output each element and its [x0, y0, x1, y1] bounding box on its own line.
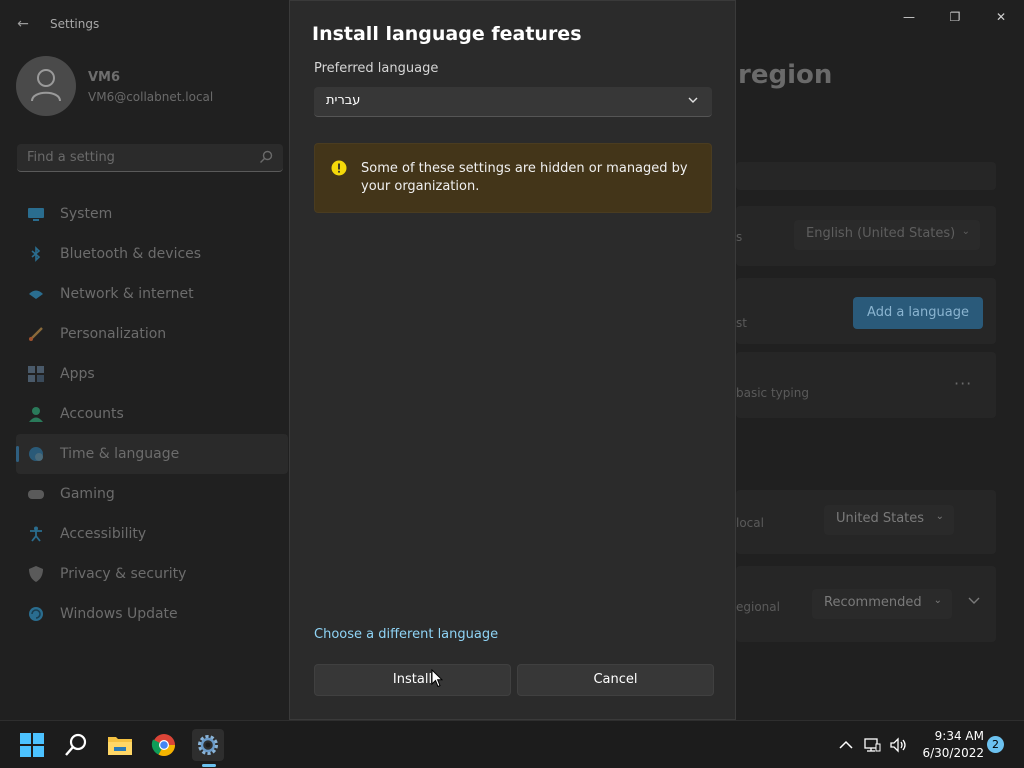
- sidebar-nav: System Bluetooth & devices Network & int…: [16, 194, 288, 634]
- system-clock[interactable]: 9:34 AM 6/30/2022: [914, 728, 984, 762]
- install-button[interactable]: Install: [314, 664, 511, 696]
- sidebar-item-label: Accounts: [60, 406, 124, 422]
- preferred-language-label: Preferred language: [314, 61, 439, 76]
- gamepad-icon: [28, 490, 44, 499]
- more-options-icon[interactable]: ···: [954, 374, 972, 393]
- back-button[interactable]: ←: [12, 14, 34, 34]
- person-icon: [29, 407, 43, 422]
- format-value: Recommended: [824, 595, 922, 610]
- volume-icon[interactable]: [888, 735, 908, 755]
- avatar: [16, 56, 76, 116]
- brush-icon: [29, 327, 43, 341]
- preferred-language-select[interactable]: עברית: [314, 87, 712, 117]
- sidebar-item-label: Network & internet: [60, 286, 194, 302]
- sidebar-item-label: Privacy & security: [60, 566, 187, 582]
- sidebar-item-time-language[interactable]: Time & language: [16, 434, 288, 474]
- sidebar-item-label: Apps: [60, 366, 95, 382]
- language-features-text: basic typing: [736, 386, 809, 400]
- notification-badge[interactable]: 2: [987, 736, 1004, 753]
- file-explorer-icon[interactable]: [104, 729, 136, 761]
- sidebar-item-personalization[interactable]: Personalization: [16, 314, 288, 354]
- choose-different-language-link[interactable]: Choose a different language: [314, 627, 498, 642]
- chevron-down-icon: ⌄: [961, 226, 970, 237]
- search-icon: [260, 150, 273, 163]
- wifi-icon: [29, 290, 43, 299]
- globe-clock-icon: [29, 447, 43, 461]
- regional-format-select[interactable]: Recommended ⌄: [812, 589, 952, 619]
- country-value: United States: [836, 511, 925, 526]
- mouse-cursor-icon: [431, 669, 443, 688]
- managed-settings-warning: Some of these settings are hidden or man…: [314, 143, 712, 213]
- taskbar: 9:34 AM 6/30/2022 2: [0, 720, 1024, 768]
- sidebar-item-apps[interactable]: Apps: [16, 354, 288, 394]
- sidebar-item-network[interactable]: Network & internet: [16, 274, 288, 314]
- update-icon: [29, 607, 43, 621]
- search-icon[interactable]: [60, 729, 92, 761]
- section-header: [736, 162, 996, 190]
- cancel-button[interactable]: Cancel: [517, 664, 714, 696]
- row-label-fragment: egional: [736, 600, 780, 614]
- sidebar-item-accessibility[interactable]: Accessibility: [16, 514, 288, 554]
- display-language-value: English (United States): [806, 226, 956, 241]
- network-icon[interactable]: [862, 735, 882, 755]
- display-language-select[interactable]: English (United States) ⌄: [794, 220, 980, 250]
- app-title: Settings: [50, 17, 100, 31]
- apps-icon: [28, 366, 44, 382]
- user-profile[interactable]: VM6 VM6@collabnet.local: [16, 56, 276, 120]
- sidebar-item-label: Bluetooth & devices: [60, 246, 202, 262]
- windows-start-icon[interactable]: [16, 729, 48, 761]
- chevron-down-icon: ⌄: [933, 595, 942, 606]
- warning-icon: [331, 160, 347, 176]
- shield-icon: [29, 566, 43, 582]
- warning-text: Some of these settings are hidden or man…: [361, 161, 688, 194]
- maximize-button[interactable]: ❐: [940, 8, 970, 26]
- profile-name: VM6: [88, 70, 121, 85]
- dialog-title: Install language features: [312, 23, 582, 45]
- search-input[interactable]: Find a setting: [17, 144, 283, 172]
- sidebar-item-label: Personalization: [60, 326, 167, 342]
- install-language-dialog: Install language features Preferred lang…: [289, 0, 736, 720]
- accessibility-icon: [30, 526, 42, 542]
- expand-chevron-icon[interactable]: [966, 596, 982, 606]
- gear-icon: [198, 735, 218, 755]
- sidebar-item-accounts[interactable]: Accounts: [16, 394, 288, 434]
- active-app-indicator: [202, 764, 216, 767]
- row-label-fragment: st: [736, 316, 747, 330]
- row-label-fragment: local: [736, 516, 764, 530]
- sidebar-item-bluetooth[interactable]: Bluetooth & devices: [16, 234, 288, 274]
- chevron-up-icon[interactable]: [836, 735, 856, 755]
- close-button[interactable]: ✕: [986, 8, 1016, 26]
- settings-taskbar-button[interactable]: [192, 729, 224, 761]
- monitor-icon: [28, 208, 44, 221]
- chevron-down-icon: [688, 97, 698, 103]
- add-language-button[interactable]: Add a language: [853, 297, 983, 329]
- person-icon: [31, 69, 61, 102]
- sidebar-item-label: Time & language: [60, 446, 180, 462]
- selected-language: עברית: [326, 93, 361, 108]
- sidebar-item-system[interactable]: System: [16, 194, 288, 234]
- sidebar-item-gaming[interactable]: Gaming: [16, 474, 288, 514]
- clock-time: 9:34 AM: [934, 729, 984, 743]
- sidebar-item-label: Gaming: [60, 486, 115, 502]
- profile-email: VM6@collabnet.local: [88, 90, 214, 104]
- sidebar-item-label: Accessibility: [60, 526, 147, 542]
- chevron-down-icon: ⌄: [935, 511, 944, 522]
- page-title: region: [738, 60, 833, 90]
- minimize-button[interactable]: —: [894, 8, 924, 26]
- row-label-fragment: s: [736, 230, 743, 244]
- chrome-icon[interactable]: [148, 729, 180, 761]
- sidebar-item-windows-update[interactable]: Windows Update: [16, 594, 288, 634]
- clock-date: 6/30/2022: [922, 746, 984, 760]
- country-select[interactable]: United States ⌄: [824, 505, 954, 535]
- sidebar-item-privacy[interactable]: Privacy & security: [16, 554, 288, 594]
- sidebar-item-label: System: [60, 206, 113, 222]
- bluetooth-icon: [31, 246, 41, 262]
- sidebar-item-label: Windows Update: [60, 606, 178, 622]
- search-placeholder: Find a setting: [27, 150, 115, 165]
